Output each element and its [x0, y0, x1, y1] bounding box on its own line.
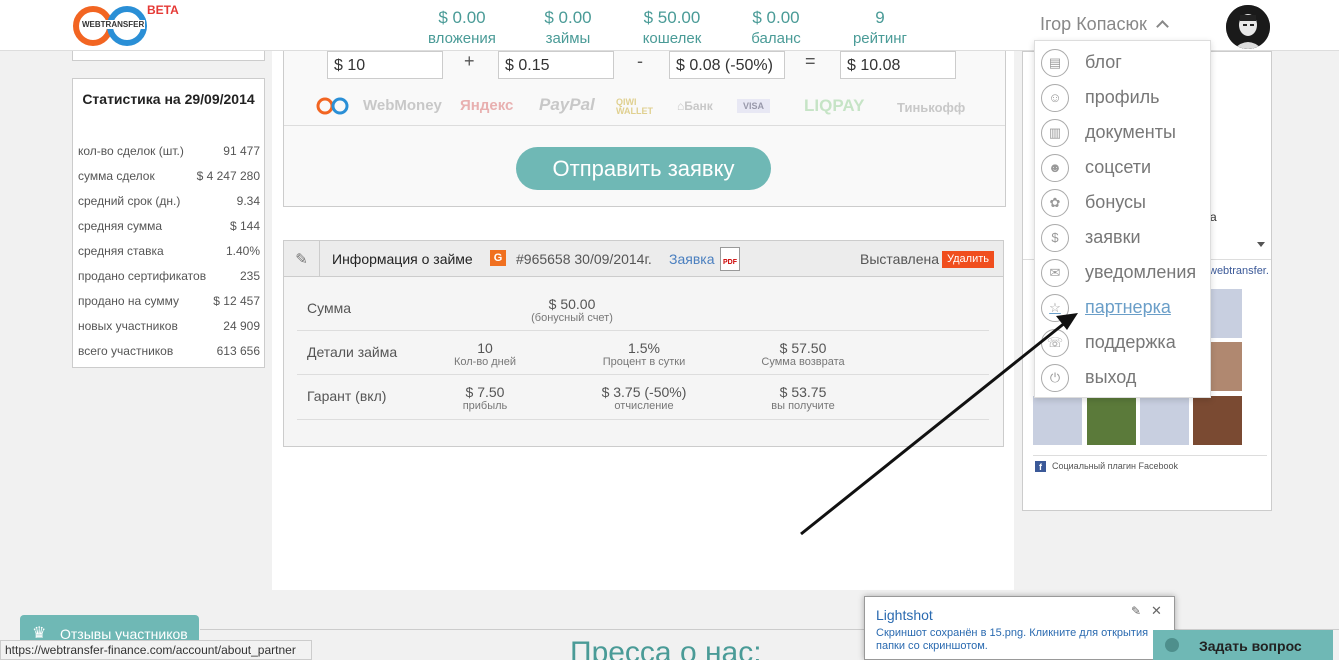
stat-row: всего участников 613 656	[78, 344, 260, 358]
avatar[interactable]	[1226, 5, 1270, 49]
amount-input[interactable]: $ 10	[327, 51, 443, 79]
menu-item-requests[interactable]: $ заявки	[1041, 220, 1206, 255]
notifications-icon: ✉	[1041, 258, 1069, 287]
pdf-icon[interactable]: PDF	[720, 247, 740, 271]
browser-status-bar: https://webtransfer-finance.com/account/…	[0, 640, 312, 660]
yandex-logo[interactable]: Яндекс	[460, 97, 513, 114]
loan-cell: 10 Кол-во дней	[453, 340, 516, 368]
stat-loans[interactable]: $ 0.00 займы	[530, 8, 606, 47]
stat-rating[interactable]: 9 рейтинг	[842, 8, 918, 47]
loan-cell: $ 50.00 (бонусный счет)	[531, 296, 613, 324]
divider	[284, 125, 1005, 126]
menu-item-documents[interactable]: ▥ документы	[1041, 115, 1206, 150]
delete-button[interactable]: Удалить	[942, 251, 994, 268]
beta-badge: BETA	[147, 3, 179, 17]
statistics-title: Статистика на 29/09/2014	[82, 91, 255, 107]
loan-cell: $ 3.75 (-50%) отчисление	[601, 384, 687, 412]
stat-wallet[interactable]: $ 50.00 кошелек	[634, 8, 710, 47]
fb-page-name[interactable]: webtransfer.	[1209, 265, 1269, 277]
stat-balance[interactable]: $ 0.00 баланс	[738, 8, 814, 47]
equals-sign: =	[805, 51, 816, 71]
lightshot-title: Lightshot	[876, 607, 933, 623]
plus-sign: +	[464, 51, 475, 71]
submit-request-button[interactable]: Отправить заявку	[516, 147, 771, 190]
guarantee-badge: G	[490, 250, 506, 266]
bank-logo[interactable]: ⌂Банк	[677, 99, 713, 113]
total-input[interactable]: $ 10.08	[840, 51, 956, 79]
minus-sign: -	[637, 51, 643, 71]
annotation-arrow	[800, 313, 1078, 536]
lightshot-notification[interactable]: Lightshot ✎ ✕ Скриншот сохранён в 15.png…	[864, 596, 1175, 660]
documents-icon: ▥	[1041, 118, 1069, 147]
qiwi-logo[interactable]: QIWI WALLET	[616, 98, 658, 116]
left-widget-bottom	[72, 51, 265, 61]
member-avatar[interactable]	[1140, 396, 1189, 445]
loan-id: #965658 30/09/2014г.	[516, 251, 652, 267]
logo-text: WEBTRANSFER	[81, 20, 146, 29]
ask-question-button[interactable]: Задать вопрос	[1153, 630, 1333, 660]
bonus-icon: ✿	[1041, 188, 1069, 217]
close-icon[interactable]: ✕	[1151, 603, 1162, 619]
paypal-logo[interactable]: PayPal	[539, 95, 595, 115]
loan-info-title: Информация о займе	[332, 251, 473, 267]
menu-item-blog[interactable]: ▤ блог	[1041, 45, 1206, 80]
visa-mastercard-logo[interactable]: VISA	[737, 99, 771, 113]
profile-icon: ☺	[1041, 83, 1069, 112]
requests-icon: $	[1041, 223, 1069, 252]
social-icon: ☻	[1041, 153, 1069, 182]
webtransfer-logo[interactable]: WEBTRANSFER BETA	[72, 3, 182, 48]
stat-row: продано на сумму $ 12 457	[78, 294, 260, 308]
statistics-widget: Статистика на 29/09/2014 кол-во сделок (…	[72, 78, 265, 368]
loan-status: Выставлена	[860, 251, 940, 267]
menu-item-bonus[interactable]: ✿ бонусы	[1041, 185, 1206, 220]
stat-row: продано сертификатов 235	[78, 269, 260, 283]
stat-row: кол-во сделок (шт.) 91 477	[78, 144, 260, 158]
user-menu-toggle[interactable]: Ігор Копасюк	[1040, 14, 1169, 35]
stat-row: сумма сделок $ 4 247 280	[78, 169, 260, 183]
loan-cell: $ 7.50 прибыль	[462, 384, 508, 412]
fee-input[interactable]: $ 0.15	[498, 51, 614, 79]
menu-item-notifications[interactable]: ✉ уведомления	[1041, 255, 1206, 290]
webtransfer-pay-icon[interactable]	[316, 97, 350, 120]
liqpay-logo[interactable]: LIQPAY	[804, 96, 864, 116]
chevron-up-icon	[1155, 20, 1169, 33]
blog-icon: ▤	[1041, 48, 1069, 77]
menu-item-social[interactable]: ☻ соцсети	[1041, 150, 1206, 185]
lightshot-message: Скриншот сохранён в 15.png. Кликните для…	[876, 627, 1149, 652]
stat-row: средний срок (дн.) 9.34	[78, 194, 260, 208]
loan-info-header: ✎ Информация о займе G #965658 30/09/201…	[283, 240, 1004, 277]
webmoney-logo[interactable]: WebMoney	[363, 97, 442, 114]
press-heading: Пресса о нас:	[570, 636, 762, 660]
chat-icon	[1165, 638, 1179, 652]
member-avatar[interactable]	[1193, 396, 1242, 445]
tinkoff-logo[interactable]: Тинькофф	[897, 100, 965, 115]
stat-row: новых участников 24 909	[78, 319, 260, 333]
ask-question-label: Задать вопрос	[1199, 638, 1302, 654]
request-link[interactable]: Заявка	[669, 251, 714, 267]
menu-item-profile[interactable]: ☺ профиль	[1041, 80, 1206, 115]
loan-cell: 1.5% Процент в сутки	[602, 340, 686, 368]
username: Ігор Копасюк	[1040, 14, 1147, 34]
discount-input[interactable]: $ 0.08 (-50%)	[669, 51, 785, 79]
wrench-icon[interactable]: ✎	[1131, 604, 1141, 618]
edit-pencil-icon[interactable]: ✎	[284, 241, 320, 276]
stat-investments[interactable]: $ 0.00 вложения	[424, 8, 500, 47]
stat-row: средняя сумма $ 144	[78, 219, 260, 233]
scroll-down-arrow[interactable]	[1257, 242, 1265, 247]
stat-row: средняя ставка 1.40%	[78, 244, 260, 258]
